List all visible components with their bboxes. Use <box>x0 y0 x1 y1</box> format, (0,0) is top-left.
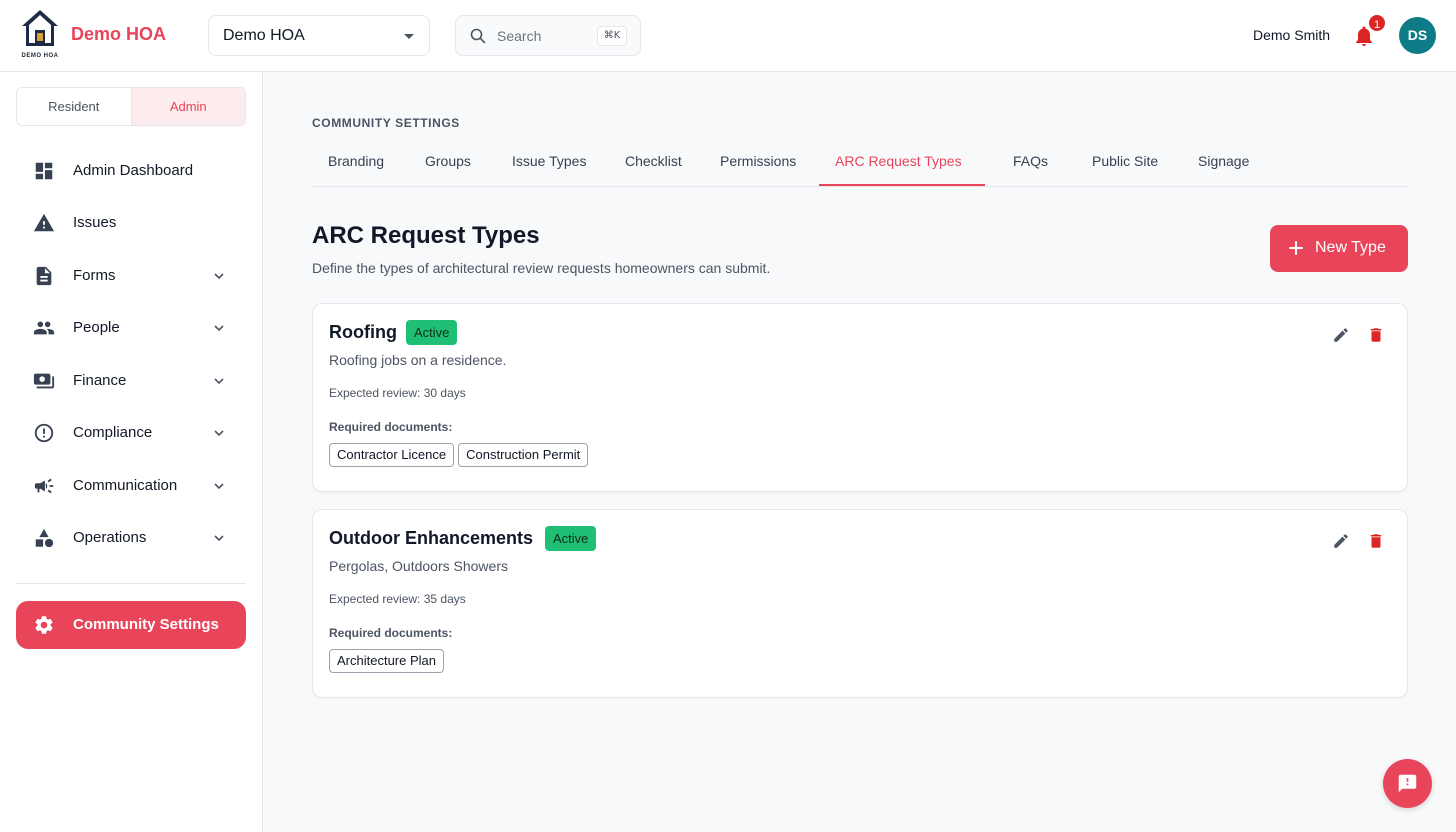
trash-icon[interactable] <box>1367 326 1385 344</box>
sidebar-divider <box>16 583 246 584</box>
help-chat-button[interactable] <box>1383 759 1432 808</box>
chevron-down-icon <box>214 273 224 280</box>
required-documents-label: Required documents: <box>329 626 453 640</box>
card-review-time: Expected review: 30 days <box>329 386 466 400</box>
house-icon <box>22 10 58 46</box>
section-label: COMMUNITY SETTINGS <box>312 116 460 130</box>
tab-arc-request-types[interactable]: ARC Request Types <box>835 153 962 169</box>
user-name[interactable]: Demo Smith <box>1253 27 1330 43</box>
tab-permissions[interactable]: Permissions <box>720 153 796 169</box>
chevron-down-icon <box>214 378 224 385</box>
tab-checklist[interactable]: Checklist <box>625 153 682 169</box>
tab-issue-types[interactable]: Issue Types <box>512 153 586 169</box>
tab-groups[interactable]: Groups <box>425 153 471 169</box>
sidebar-item-admin-dashboard[interactable]: Admin Dashboard <box>16 149 246 193</box>
role-admin-button[interactable]: Admin <box>131 88 245 125</box>
sidebar-item-people[interactable]: People <box>16 306 246 350</box>
brand-name[interactable]: Demo HOA <box>71 24 166 45</box>
document-chip: Architecture Plan <box>329 649 444 673</box>
shapes-icon <box>35 528 54 548</box>
new-type-button[interactable]: New Type <box>1270 225 1408 272</box>
warning-icon <box>33 213 55 232</box>
chat-alert-icon <box>1398 774 1417 793</box>
required-documents-label: Required documents: <box>329 420 453 434</box>
status-badge: Active <box>545 526 597 551</box>
page-title: ARC Request Types <box>312 222 540 249</box>
trash-icon[interactable] <box>1367 532 1385 550</box>
role-resident-button[interactable]: Resident <box>17 88 132 125</box>
edit-pencil-icon[interactable] <box>1332 532 1350 550</box>
document-chips: Contractor Licence Construction Permit <box>329 443 589 467</box>
dashboard-icon <box>35 162 53 180</box>
card-title: Roofing <box>329 322 397 342</box>
notification-badge: 1 <box>1367 13 1387 33</box>
sidebar-item-communication[interactable]: Communication <box>16 464 246 508</box>
sidebar-item-label: Operations <box>73 529 147 546</box>
hoa-selector[interactable]: Demo HOA <box>208 15 430 56</box>
arc-type-card-outdoor-enhancements: Outdoor Enhancements Active Pergolas, Ou… <box>312 509 1408 698</box>
document-chips: Architecture Plan <box>329 649 444 673</box>
money-icon <box>33 373 55 389</box>
tab-public-site[interactable]: Public Site <box>1092 153 1158 169</box>
sidebar-item-forms[interactable]: Forms <box>16 254 246 298</box>
edit-pencil-icon[interactable] <box>1332 326 1350 344</box>
hoa-logo[interactable]: DEMO HOA <box>20 8 60 62</box>
chevron-down-icon <box>214 325 224 332</box>
arc-type-card-roofing: Roofing Active Roofing jobs on a residen… <box>312 303 1408 492</box>
sidebar-item-label: Finance <box>73 372 127 389</box>
search-shortcut: ⌘K <box>597 26 627 46</box>
exclamation-circle-icon <box>34 423 54 443</box>
gear-icon <box>35 616 53 634</box>
sidebar-item-issues[interactable]: Issues <box>16 201 246 245</box>
caret-down-icon <box>404 34 414 39</box>
chevron-down-icon <box>214 483 224 490</box>
chevron-down-icon <box>214 535 224 542</box>
megaphone-icon <box>34 478 54 494</box>
search-icon <box>470 28 486 44</box>
card-review-time: Expected review: 35 days <box>329 592 466 606</box>
sidebar-item-label: Compliance <box>73 424 153 441</box>
document-icon <box>36 266 52 286</box>
sidebar-item-label: People <box>73 319 120 336</box>
sidebar-item-label: Community Settings <box>73 616 219 633</box>
tab-faqs[interactable]: FAQs <box>1013 153 1048 169</box>
active-tab-indicator <box>819 184 985 186</box>
card-description: Pergolas, Outdoors Showers <box>329 558 508 574</box>
tab-branding[interactable]: Branding <box>328 153 384 169</box>
hoa-selector-value: Demo HOA <box>223 27 305 44</box>
new-type-label: New Type <box>1315 239 1386 256</box>
sidebar-item-label: Communication <box>73 477 178 494</box>
sidebar-item-finance[interactable]: Finance <box>16 359 246 403</box>
status-badge: Active <box>406 320 458 345</box>
card-description: Roofing jobs on a residence. <box>329 352 507 368</box>
sidebar-item-label: Forms <box>73 267 116 284</box>
sidebar-item-operations[interactable]: Operations <box>16 516 246 560</box>
role-toggle: Resident Admin <box>16 87 246 126</box>
tab-signage[interactable]: Signage <box>1198 153 1249 169</box>
document-chip: Construction Permit <box>458 443 589 467</box>
chevron-down-icon <box>214 430 224 437</box>
card-title: Outdoor Enhancements <box>329 528 534 548</box>
logo-text: DEMO HOA <box>21 53 59 59</box>
top-header: DEMO HOA Demo HOA Demo HOA Search ⌘K Dem… <box>0 0 1456 72</box>
settings-tabs: Branding Groups Issue Types Checklist Pe… <box>312 140 1408 187</box>
avatar[interactable]: DS <box>1399 17 1436 54</box>
sidebar: Resident Admin Admin Dashboard Issues Fo… <box>0 72 263 832</box>
page-subtitle: Define the types of architectural review… <box>312 260 771 276</box>
plus-icon <box>1289 241 1303 255</box>
search-input[interactable]: Search ⌘K <box>455 15 641 56</box>
sidebar-item-label: Admin Dashboard <box>73 162 194 179</box>
people-icon <box>33 321 55 335</box>
document-chip: Contractor Licence <box>329 443 455 467</box>
sidebar-item-label: Issues <box>73 214 117 231</box>
search-placeholder: Search <box>497 28 542 44</box>
sidebar-item-compliance[interactable]: Compliance <box>16 411 246 455</box>
sidebar-item-community-settings[interactable]: Community Settings <box>16 601 246 649</box>
